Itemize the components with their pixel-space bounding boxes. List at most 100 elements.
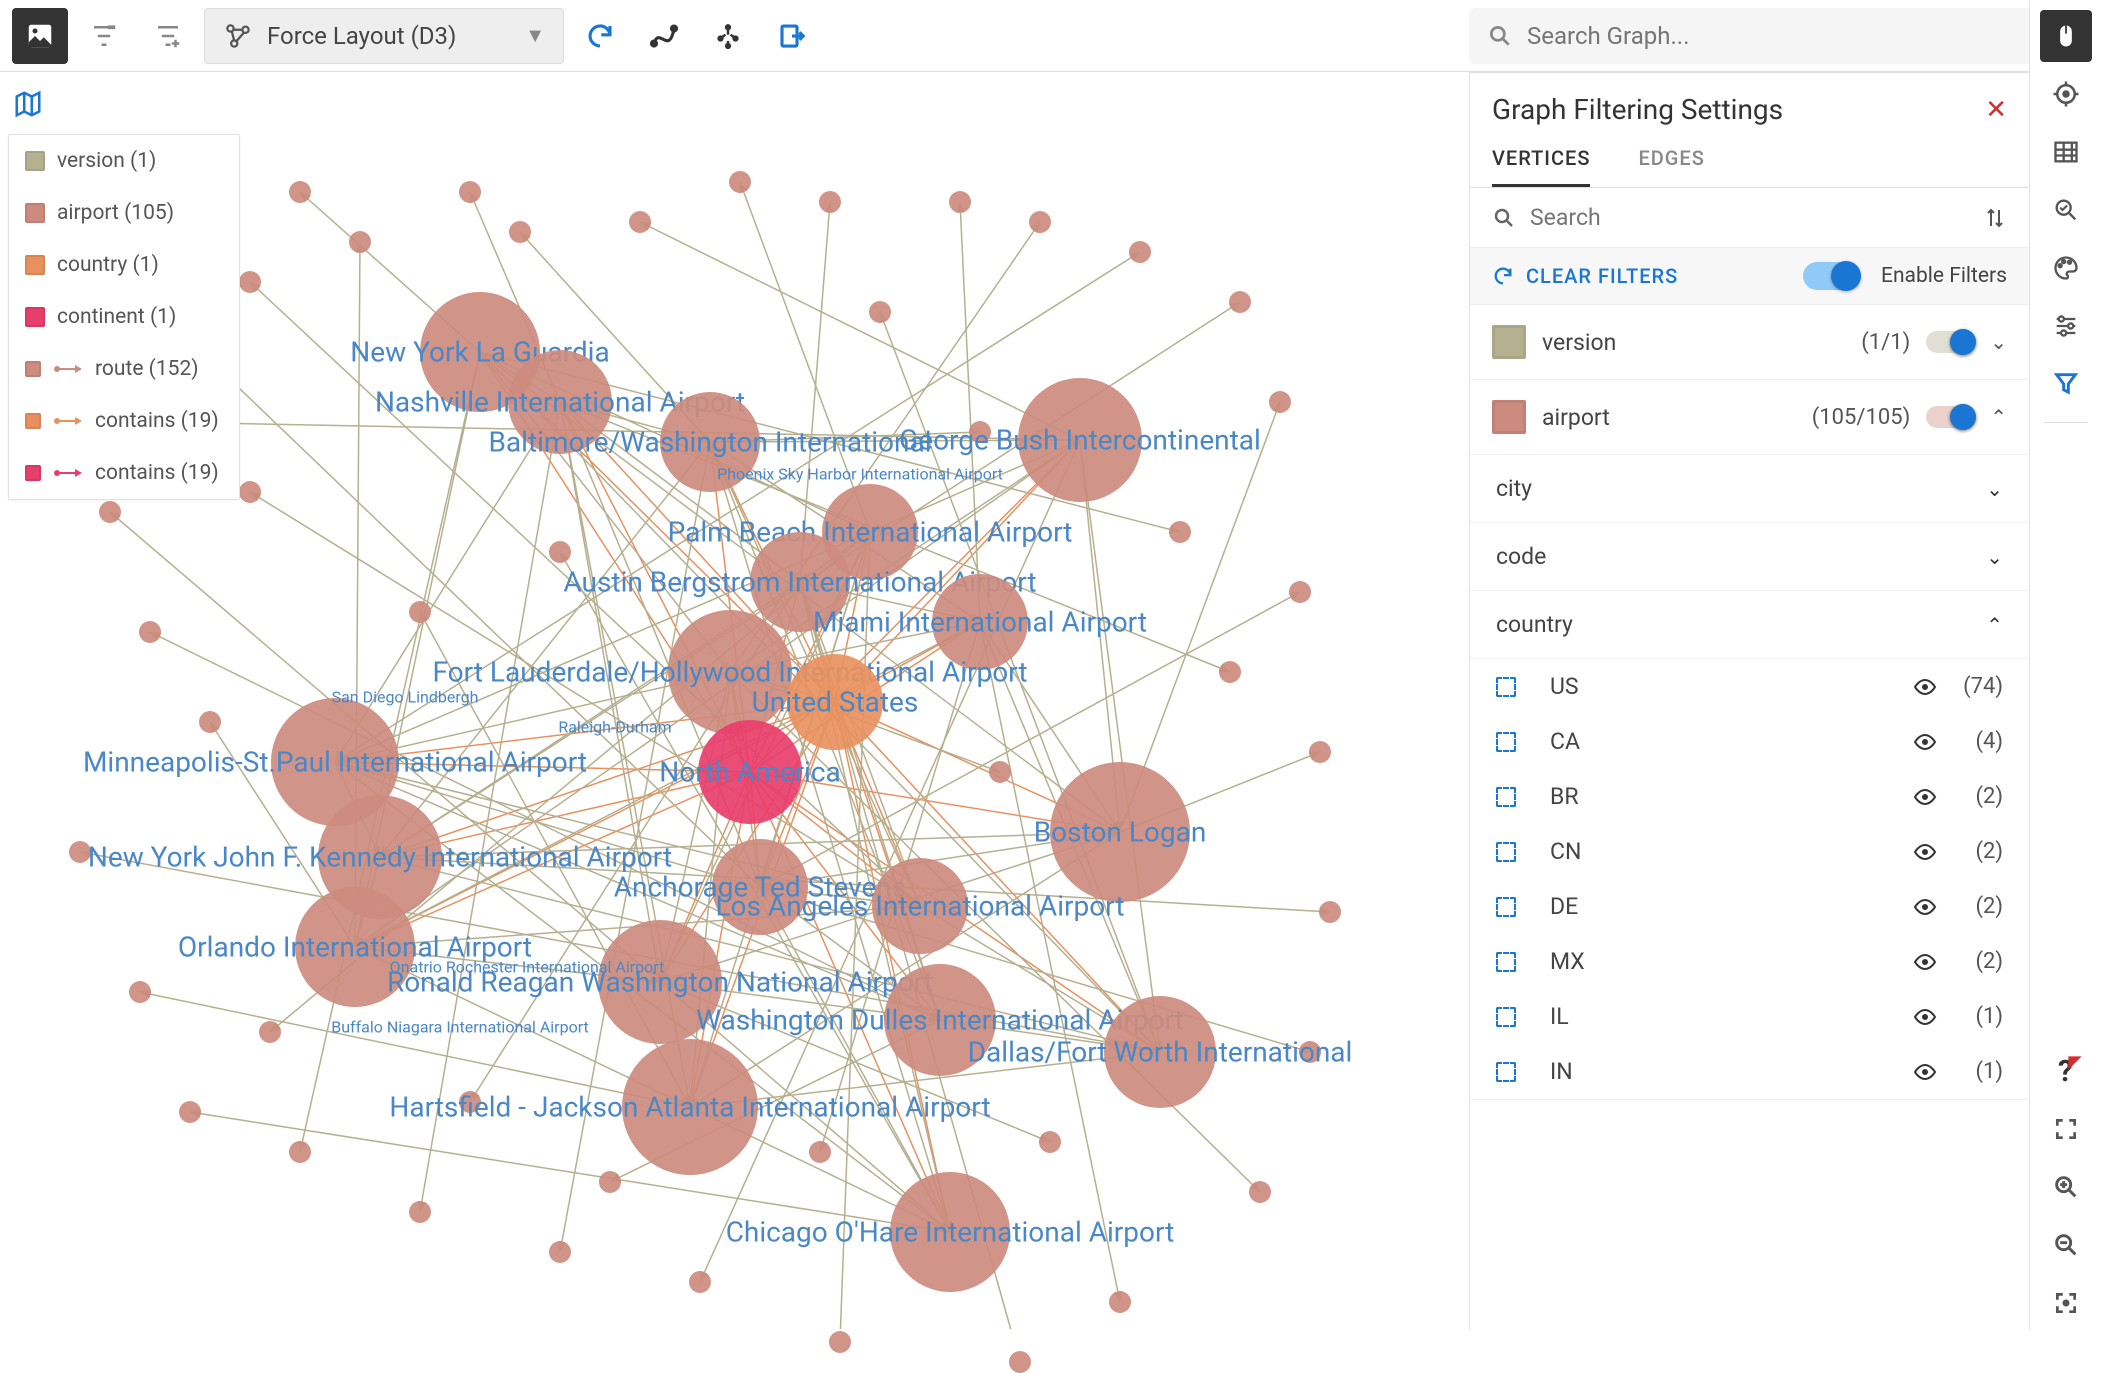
filter-attribute[interactable]: city⌄ — [1470, 454, 2029, 522]
graph-node[interactable] — [629, 211, 651, 233]
filter-value-row[interactable]: MX (2) — [1470, 934, 2029, 989]
eye-icon[interactable] — [1913, 785, 1937, 809]
graph-node[interactable] — [809, 1141, 831, 1163]
export-button[interactable] — [764, 8, 820, 64]
graph-node[interactable] — [1299, 1041, 1321, 1063]
graph-node[interactable] — [729, 171, 751, 193]
layout-selector[interactable]: Force Layout (D3) ▼ — [204, 8, 564, 64]
filter-value-row[interactable]: CA (4) — [1470, 714, 2029, 769]
sort-icon[interactable] — [1983, 206, 2007, 230]
graph-node[interactable] — [1289, 581, 1311, 603]
graph-node[interactable] — [712, 839, 808, 935]
checkbox[interactable] — [1496, 732, 1516, 752]
filter-value-row[interactable]: DE (2) — [1470, 879, 2029, 934]
graph-node[interactable] — [199, 711, 221, 733]
graph-node[interactable] — [599, 1171, 621, 1193]
graph-node[interactable] — [239, 481, 261, 503]
graph-node[interactable] — [549, 1241, 571, 1263]
eye-icon[interactable] — [1913, 1005, 1937, 1029]
graph-node[interactable] — [549, 541, 571, 563]
graph-node[interactable] — [819, 191, 841, 213]
graph-node[interactable] — [99, 501, 121, 523]
graph-node[interactable] — [409, 1201, 431, 1223]
graph-node[interactable] — [698, 720, 802, 824]
fullscreen-button[interactable] — [2040, 1103, 2092, 1155]
graph-node[interactable] — [69, 841, 91, 863]
graph-node[interactable] — [349, 231, 371, 253]
close-settings-button[interactable]: ✕ — [1985, 95, 2007, 125]
graph-node[interactable] — [890, 1172, 1010, 1292]
graph-node[interactable] — [508, 350, 612, 454]
graph-node[interactable] — [1039, 1131, 1061, 1153]
legend-item[interactable]: route (152) — [9, 343, 239, 395]
graph-node[interactable] — [1104, 996, 1216, 1108]
graph-node[interactable] — [239, 271, 261, 293]
graph-search[interactable]: ▼ — [1469, 8, 2089, 64]
filter-value-row[interactable]: IL (1) — [1470, 989, 2029, 1044]
checkbox[interactable] — [1496, 1062, 1516, 1082]
checkbox[interactable] — [1496, 842, 1516, 862]
graph-node[interactable] — [787, 654, 883, 750]
table-button[interactable] — [2040, 126, 2092, 178]
graph-node[interactable] — [509, 221, 531, 243]
locate-button[interactable] — [2040, 68, 2092, 120]
graph-node[interactable] — [1309, 741, 1331, 763]
eye-icon[interactable] — [1913, 730, 1937, 754]
legend-item[interactable]: version (1) — [9, 135, 239, 187]
graph-node[interactable] — [1009, 1351, 1031, 1373]
graph-node[interactable] — [459, 1091, 481, 1113]
enable-filters-toggle[interactable] — [1803, 262, 1859, 290]
graph-node[interactable] — [622, 1039, 758, 1175]
graph-node[interactable] — [139, 621, 161, 643]
graph-node[interactable] — [289, 181, 311, 203]
graph-node[interactable] — [969, 421, 991, 443]
graph-node[interactable] — [668, 610, 792, 734]
graph-node[interactable] — [1018, 378, 1142, 502]
graph-node[interactable] — [869, 301, 891, 323]
graph-node[interactable] — [295, 887, 415, 1007]
graph-node[interactable] — [129, 981, 151, 1003]
filter-group-header[interactable]: airport (105/105) ⌃ — [1470, 380, 2029, 454]
filter-panel-button[interactable] — [2040, 358, 2092, 410]
sliders-button[interactable] — [2040, 300, 2092, 352]
graph-node[interactable] — [1109, 1291, 1131, 1313]
fit-button[interactable] — [2040, 1277, 2092, 1329]
graph-node[interactable] — [932, 574, 1028, 670]
checkbox[interactable] — [1496, 677, 1516, 697]
filter-group-header[interactable]: version (1/1) ⌄ — [1470, 305, 2029, 379]
zoom-out-button[interactable] — [2040, 1219, 2092, 1271]
filter-toggle[interactable] — [1926, 406, 1974, 428]
checkbox[interactable] — [1496, 952, 1516, 972]
help-button[interactable]: ?◤ — [2040, 1045, 2092, 1097]
legend-item[interactable]: contains (19) — [9, 395, 239, 447]
legend-item[interactable]: contains (19) — [9, 447, 239, 499]
filter-value-row[interactable]: IN (1) — [1470, 1044, 2029, 1099]
filter-add-button[interactable] — [140, 8, 196, 64]
eye-icon[interactable] — [1913, 1060, 1937, 1084]
filter-value-row[interactable]: US (74) — [1470, 659, 2029, 714]
eye-icon[interactable] — [1913, 895, 1937, 919]
filter-attribute[interactable]: country⌃ — [1470, 590, 2029, 658]
refresh-button[interactable] — [572, 8, 628, 64]
eye-icon[interactable] — [1913, 950, 1937, 974]
palette-button[interactable] — [2040, 242, 2092, 294]
filter-value-row[interactable]: BR (2) — [1470, 769, 2029, 824]
tab-edges[interactable]: EDGES — [1638, 146, 1704, 187]
curve-button[interactable] — [636, 8, 692, 64]
graph-node[interactable] — [750, 532, 850, 632]
graph-node[interactable] — [1319, 901, 1341, 923]
legend-item[interactable]: airport (105) — [9, 187, 239, 239]
filter-search-input[interactable] — [1530, 204, 1969, 231]
filter-toggle[interactable] — [1926, 331, 1974, 353]
graph-node[interactable] — [459, 181, 481, 203]
checkbox[interactable] — [1496, 787, 1516, 807]
graph-node[interactable] — [259, 1021, 281, 1043]
checkbox[interactable] — [1496, 1007, 1516, 1027]
graph-node[interactable] — [689, 1271, 711, 1293]
tree-button[interactable] — [700, 8, 756, 64]
graph-node[interactable] — [1169, 521, 1191, 543]
graph-node[interactable] — [884, 964, 996, 1076]
eye-icon[interactable] — [1913, 840, 1937, 864]
clear-filters-button[interactable]: CLEAR FILTERS — [1526, 264, 1791, 288]
graph-node[interactable] — [989, 761, 1011, 783]
